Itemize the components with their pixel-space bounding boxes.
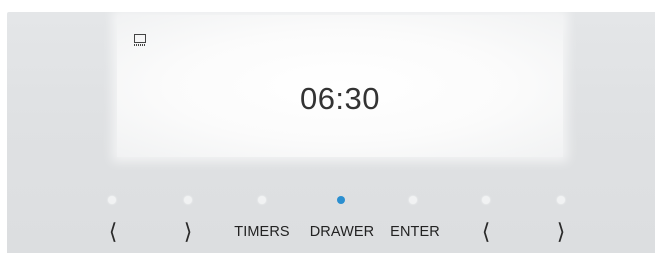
indicator-timers xyxy=(258,196,266,204)
chevron-right-icon: ⟩ xyxy=(183,219,193,244)
chevron-left-icon: ⟨ xyxy=(481,219,491,244)
drawer-label: DRAWER xyxy=(309,224,375,240)
indicator-drawer xyxy=(337,196,345,204)
enter-label: ENTER xyxy=(390,224,440,240)
enter-button[interactable]: ENTER xyxy=(387,217,443,247)
indicator-left-prev xyxy=(108,196,116,204)
oven-display-icon xyxy=(134,33,146,46)
indicator-right-next xyxy=(557,196,565,204)
display-screen: 06:30 xyxy=(117,15,563,157)
right-next-button[interactable]: ⟩ xyxy=(549,217,573,247)
left-next-button[interactable]: ⟩ xyxy=(176,217,200,247)
indicator-left-next xyxy=(184,196,192,204)
timers-label: TIMERS xyxy=(234,224,290,240)
control-panel: 06:30 ⟨ ⟩ TIMERS DRAWER ENTER ⟨ ⟩ xyxy=(7,12,655,253)
chevron-right-icon: ⟩ xyxy=(556,219,566,244)
indicator-right-prev xyxy=(482,196,490,204)
drawer-button[interactable]: DRAWER xyxy=(306,217,378,247)
chevron-left-icon: ⟨ xyxy=(108,219,118,244)
right-prev-button[interactable]: ⟨ xyxy=(474,217,498,247)
time-display: 06:30 xyxy=(299,81,381,116)
indicator-enter xyxy=(409,196,417,204)
page: 06:30 ⟨ ⟩ TIMERS DRAWER ENTER ⟨ ⟩ xyxy=(0,0,655,253)
left-prev-button[interactable]: ⟨ xyxy=(101,217,125,247)
timers-button[interactable]: TIMERS xyxy=(231,217,293,247)
